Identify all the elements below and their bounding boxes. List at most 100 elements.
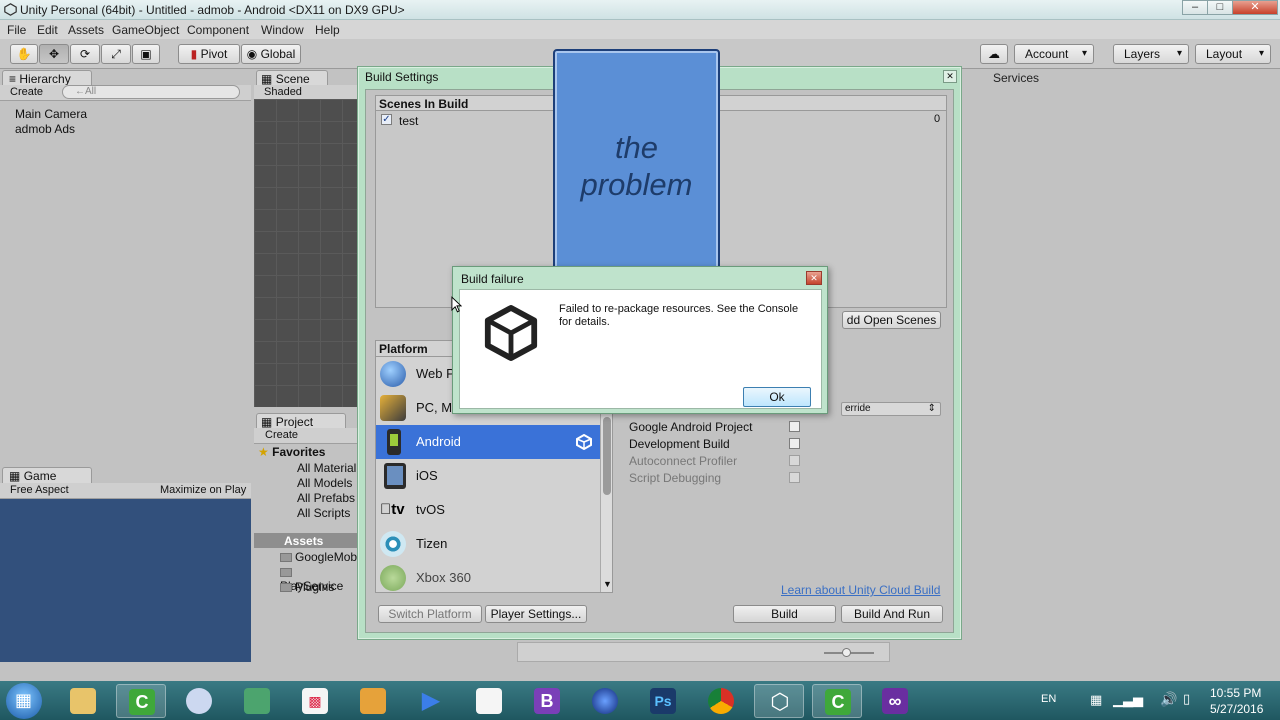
clock-time[interactable]: 10:55 PM: [1210, 686, 1261, 700]
taskbar-app-globe[interactable]: [580, 684, 630, 718]
close-button[interactable]: ✕: [1232, 0, 1278, 15]
pivot-toggle[interactable]: ▮ Pivot: [178, 44, 240, 64]
menu-window[interactable]: Window: [261, 23, 304, 37]
menu-bar: File Edit Assets GameObject Component Wi…: [0, 20, 1280, 39]
taskbar-app-camtasia[interactable]: C: [116, 684, 166, 718]
rotate-tool-button[interactable]: ⟳: [70, 44, 100, 64]
menu-component[interactable]: Component: [187, 23, 249, 37]
taskbar-app-apps[interactable]: ▩: [290, 684, 340, 718]
game-icon: ▦: [9, 469, 21, 483]
rotate-icon: ⟳: [79, 47, 91, 61]
layers-label: Layers: [1124, 47, 1161, 61]
scrollbar-thumb[interactable]: [603, 417, 611, 495]
switch-platform-button[interactable]: Switch Platform: [378, 605, 482, 623]
start-button[interactable]: ▦: [6, 683, 42, 719]
zoom-slider[interactable]: [824, 648, 874, 657]
taskbar-app-cleaner[interactable]: [348, 684, 398, 718]
taskbar-app-unity[interactable]: ⬡: [754, 684, 804, 718]
tab-game[interactable]: ▦ Game: [2, 467, 92, 484]
taskbar-app-photos[interactable]: [232, 684, 282, 718]
scale-tool-button[interactable]: ⤢: [101, 44, 131, 64]
cloud-button[interactable]: ☁: [980, 44, 1008, 64]
menu-assets[interactable]: Assets: [68, 23, 104, 37]
minimize-button[interactable]: –: [1182, 0, 1208, 15]
platform-item-tvos[interactable]: tv tvOS: [376, 493, 600, 527]
rect-tool-button[interactable]: ▣: [132, 44, 160, 64]
script-debugging-checkbox[interactable]: [789, 472, 800, 483]
folder-icon: [280, 583, 292, 592]
taskbar-app-browser[interactable]: [174, 684, 224, 718]
project-create-button[interactable]: Create: [265, 429, 298, 441]
zoom-slider-handle[interactable]: [842, 648, 851, 657]
taskbar-app-player[interactable]: ▶: [406, 684, 456, 718]
dialog-close-button[interactable]: ✕: [806, 271, 822, 285]
dialog-body: Failed to re-package resources. See the …: [459, 289, 822, 409]
unity-logo-icon: [484, 304, 538, 362]
autoconnect-profiler-checkbox[interactable]: [789, 455, 800, 466]
platform-label: iOS: [416, 468, 438, 483]
folder-item[interactable]: GoogleMob: [280, 550, 357, 564]
menu-gameobject[interactable]: GameObject: [112, 23, 179, 37]
favorite-item[interactable]: All Prefabs: [297, 491, 355, 505]
taskbar-app-visual-studio[interactable]: ∞: [870, 684, 920, 718]
folder-item[interactable]: Plugins: [280, 580, 334, 594]
build-settings-close-button[interactable]: ✕: [943, 70, 957, 83]
maximize-on-play-toggle[interactable]: Maximize on Play: [160, 484, 246, 496]
aspect-dropdown[interactable]: Free Aspect: [10, 484, 69, 496]
global-toggle[interactable]: ◉ Global: [241, 44, 301, 64]
scene-checkbox[interactable]: ✓: [381, 114, 392, 125]
hierarchy-search-input[interactable]: ←All: [62, 85, 240, 99]
shading-mode[interactable]: Shaded: [264, 86, 302, 98]
player-settings-button[interactable]: Player Settings...: [485, 605, 587, 623]
account-dropdown[interactable]: Account: [1014, 44, 1094, 64]
platform-item-xbox360[interactable]: Xbox 360: [376, 561, 600, 592]
build-failure-dialog: Build failure ✕ Failed to re-package res…: [452, 266, 828, 414]
platform-label: Xbox 360: [416, 570, 471, 585]
layout-dropdown[interactable]: Layout: [1195, 44, 1271, 64]
signal-icon[interactable]: ▁▃▅: [1113, 692, 1143, 708]
taskbar-app-calculator[interactable]: [464, 684, 514, 718]
development-build-checkbox[interactable]: [789, 438, 800, 449]
unity-cloud-build-link[interactable]: Learn about Unity Cloud Build: [781, 583, 940, 597]
clock-date[interactable]: 5/27/2016: [1210, 702, 1263, 716]
favorite-item[interactable]: All Scripts: [297, 506, 350, 520]
taskbar-app-photoshop[interactable]: Ps: [638, 684, 688, 718]
maximize-button[interactable]: □: [1207, 0, 1233, 15]
favorites-header[interactable]: ★ Favorites: [258, 445, 325, 459]
layers-dropdown[interactable]: Layers: [1113, 44, 1189, 64]
battery-icon[interactable]: ▯: [1183, 691, 1190, 707]
tab-services[interactable]: Services: [993, 71, 1039, 85]
hierarchy-item[interactable]: Main Camera: [15, 107, 87, 121]
add-open-scenes-button[interactable]: dd Open Scenes: [842, 311, 941, 329]
google-android-project-checkbox[interactable]: [789, 421, 800, 432]
scroll-down-icon[interactable]: ▼: [603, 579, 612, 589]
network-icon[interactable]: ▦: [1090, 692, 1102, 708]
taskbar-app-chrome[interactable]: [696, 684, 746, 718]
broom-icon: [360, 688, 386, 714]
folder-label: Plugins: [295, 580, 335, 594]
hierarchy-item[interactable]: admob Ads: [15, 122, 75, 136]
move-tool-button[interactable]: ✥: [39, 44, 69, 64]
volume-icon[interactable]: 🔊: [1160, 691, 1177, 708]
menu-edit[interactable]: Edit: [37, 23, 58, 37]
menu-help[interactable]: Help: [315, 23, 340, 37]
ok-button[interactable]: Ok: [743, 387, 811, 407]
platform-item-tizen[interactable]: Tizen: [376, 527, 600, 561]
build-button[interactable]: Build: [733, 605, 836, 623]
favorite-item[interactable]: All Material: [297, 461, 356, 475]
input-language[interactable]: EN: [1041, 693, 1056, 705]
favorite-item[interactable]: All Models: [297, 476, 352, 490]
hand-tool-button[interactable]: ✋: [10, 44, 38, 64]
hierarchy-create-button[interactable]: Create: [10, 86, 43, 98]
platform-item-ios[interactable]: iOS: [376, 459, 600, 493]
build-and-run-button[interactable]: Build And Run: [841, 605, 943, 623]
taskbar-app-monodevelop[interactable]: B: [522, 684, 572, 718]
taskbar-app-explorer[interactable]: [58, 684, 108, 718]
assets-header[interactable]: Assets: [254, 533, 358, 548]
menu-file[interactable]: File: [7, 23, 26, 37]
platform-item-android[interactable]: Android: [376, 425, 600, 459]
scene-name[interactable]: test: [399, 114, 418, 128]
texture-compression-dropdown[interactable]: erride ⇕: [841, 402, 941, 416]
taskbar-app-camtasia-2[interactable]: C: [812, 684, 862, 718]
scene-view[interactable]: [254, 99, 360, 407]
